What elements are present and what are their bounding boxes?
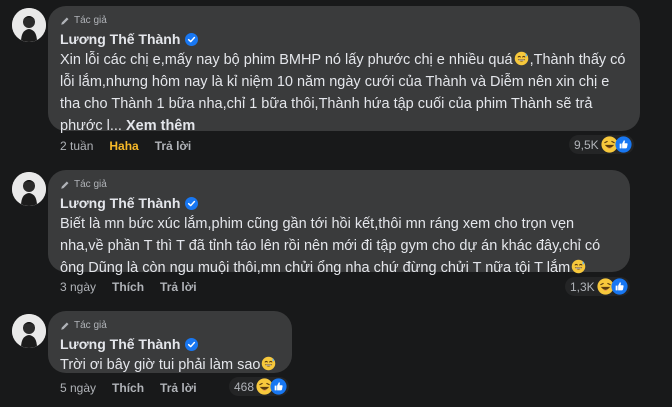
reaction-count[interactable]: 468 [229, 377, 290, 396]
reply-button[interactable]: Trả lời [160, 280, 197, 294]
author-badge: Tác giả [60, 14, 628, 27]
avatar[interactable] [12, 172, 46, 206]
pencil-icon [60, 321, 70, 331]
verified-icon [185, 197, 198, 210]
comment-text: Xin lỗi các chị e,mấy nay bộ phim BMHP n… [60, 51, 626, 134]
grinning-sweat-emoji [261, 356, 276, 371]
comment-bubble: Tác giả Lương Thế Thành Trời ơi bây giờ … [48, 311, 292, 373]
comment-text: Biết là mn bức xúc lắm,phim cũng gần tới… [60, 216, 601, 276]
grinning-sweat-emoji [571, 259, 586, 274]
timestamp[interactable]: 2 tuần [60, 139, 93, 153]
verified-icon [185, 338, 198, 351]
author-badge: Tác giả [60, 319, 280, 332]
author-name[interactable]: Lương Thế Thành [60, 195, 180, 211]
timestamp[interactable]: 5 ngày [60, 381, 96, 395]
haha-reaction-button[interactable]: Haha [109, 139, 138, 153]
pencil-icon [60, 16, 70, 26]
comment-actions: 3 ngày Thích Trả lời [60, 280, 213, 294]
see-more-link[interactable]: Xem thêm [126, 118, 195, 134]
author-badge: Tác giả [60, 178, 618, 191]
like-button[interactable]: Thích [112, 280, 144, 294]
verified-icon [185, 33, 198, 46]
avatar[interactable] [12, 314, 46, 348]
reaction-count[interactable]: 1,3K [565, 277, 630, 296]
comment-bubble: Tác giả Lương Thế Thành Biết là mn bức x… [48, 170, 630, 276]
author-name[interactable]: Lương Thế Thành [60, 336, 180, 352]
like-reaction-icon [615, 136, 632, 153]
author-name[interactable]: Lương Thế Thành [60, 31, 180, 47]
reply-button[interactable]: Trả lời [155, 139, 192, 153]
avatar[interactable] [12, 8, 46, 42]
comment-actions: 2 tuần Haha Trả lời [60, 139, 207, 153]
like-reaction-icon [611, 278, 628, 295]
comment-actions: 5 ngày Thích Trả lời [60, 381, 213, 395]
comment-text: Trời ơi bây giờ tui phải làm sao [60, 354, 280, 376]
grinning-sweat-emoji [514, 51, 529, 66]
pencil-icon [60, 180, 70, 190]
reaction-count[interactable]: 9,5K [569, 135, 634, 154]
reply-button[interactable]: Trả lời [160, 381, 197, 395]
like-button[interactable]: Thích [112, 381, 144, 395]
like-reaction-icon [270, 378, 287, 395]
timestamp[interactable]: 3 ngày [60, 280, 96, 294]
comment-bubble: Tác giả Lương Thế Thành Xin lỗi các chị … [48, 6, 640, 134]
